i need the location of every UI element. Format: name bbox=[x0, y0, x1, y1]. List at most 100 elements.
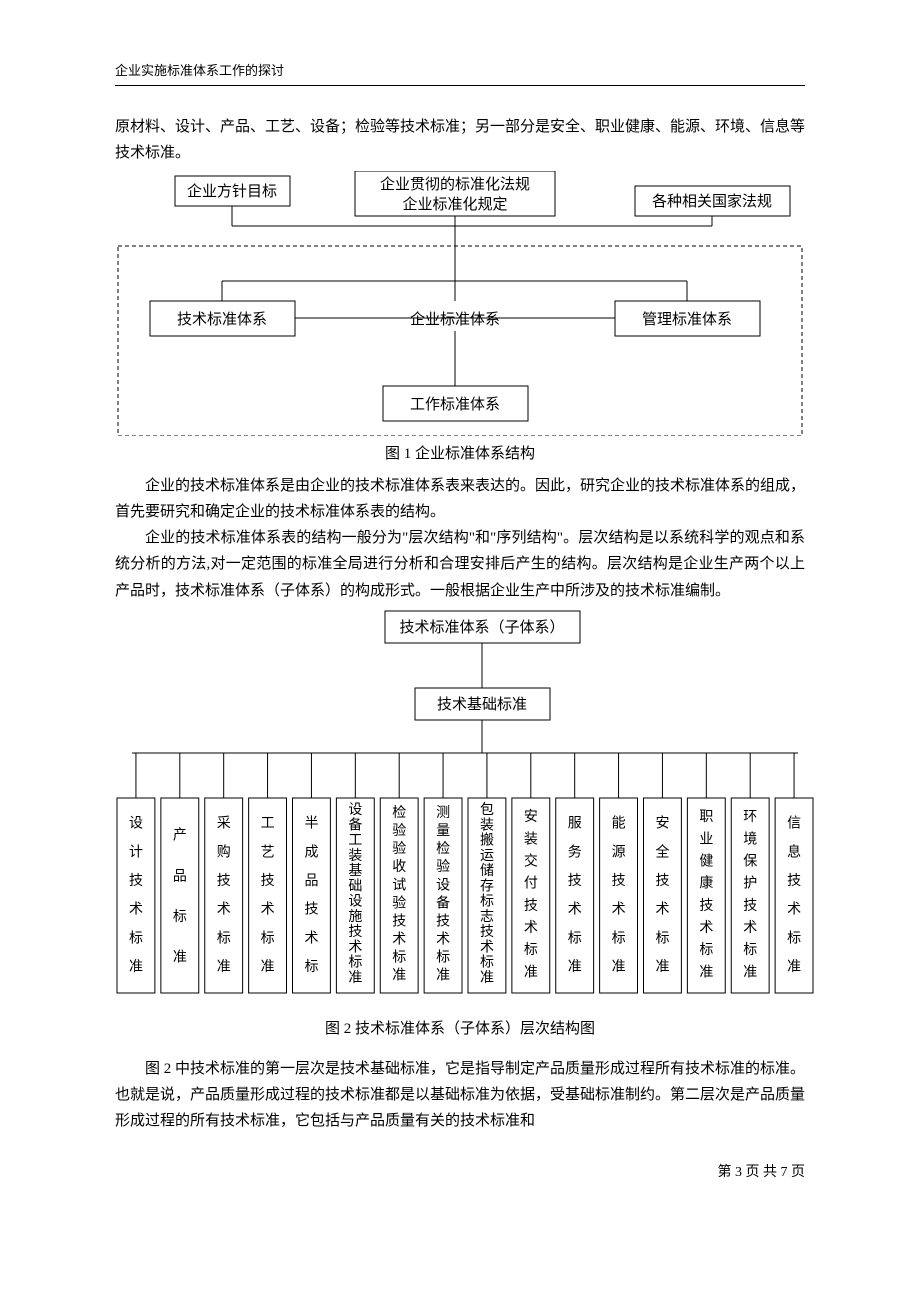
fig2-leaf-char: 检 bbox=[436, 841, 450, 857]
fig2-leaf-char: 准 bbox=[568, 959, 582, 975]
fig1-box-bottom: 工作标准体系 bbox=[410, 396, 500, 413]
paragraph-4: 图 2 中技术标准的第一层次是技术基础标准，它是指导制定产品质量形成过程所有技术… bbox=[115, 1056, 805, 1135]
fig1-box-mid-right: 管理标准体系 bbox=[642, 311, 732, 328]
fig2-leaf-char: 技 bbox=[524, 898, 538, 914]
fig2-leaf-char: 术 bbox=[568, 901, 582, 917]
fig2-leaf-char: 准 bbox=[699, 964, 713, 980]
fig2-leaf-char: 采 bbox=[217, 815, 231, 831]
paragraph-2: 企业的技术标准体系是由企业的技术标准体系表来表达的。因此，研究企业的技术标准体系… bbox=[115, 473, 805, 526]
fig2-leaf-char: 运 bbox=[480, 848, 494, 864]
fig1-box-mid-left: 技术标准体系 bbox=[177, 311, 267, 328]
fig2-leaf-char: 量 bbox=[436, 823, 450, 839]
fig2-leaf-char: 工 bbox=[261, 816, 275, 831]
fig2-leaf-char: 基 bbox=[348, 862, 362, 879]
fig2-leaf-char: 标 bbox=[743, 942, 757, 958]
fig2-leaf-char: 备 bbox=[348, 816, 362, 833]
fig2-leaf-char: 标 bbox=[304, 959, 318, 975]
fig2-leaf-char: 品 bbox=[304, 874, 318, 889]
figure-1-caption: 图 1 企业标准体系结构 bbox=[115, 442, 805, 463]
paragraph-3: 企业的技术标准体系表的结构一般分为"层次结构"和"序列结构"。层次结构是以系统科… bbox=[115, 525, 805, 604]
fig2-leaf-char: 准 bbox=[173, 949, 187, 965]
figure-2-caption: 图 2 技术标准体系（子体系）层次结构图 bbox=[115, 1017, 805, 1038]
fig2-leaf-char: 标 bbox=[480, 893, 494, 909]
fig2-leaf-char: 术 bbox=[348, 939, 362, 955]
fig2-leaf-char: 标 bbox=[173, 909, 187, 925]
fig2-leaf-char: 验 bbox=[436, 859, 450, 875]
fig2-leaf-char: 艺 bbox=[261, 844, 275, 860]
fig2-leaf-char: 准 bbox=[787, 959, 801, 975]
fig2-leaf-char: 搬 bbox=[480, 832, 494, 848]
fig2-leaf-char: 标 bbox=[787, 930, 801, 946]
fig2-leaf-char: 设 bbox=[348, 893, 362, 909]
fig2-leaf-char: 保 bbox=[743, 853, 757, 869]
fig2-leaf-char: 包 bbox=[480, 802, 494, 818]
fig2-leaf-char: 术 bbox=[699, 920, 713, 936]
fig2-leaf-char: 环 bbox=[743, 810, 757, 825]
fig2-leaf-char: 设 bbox=[348, 802, 362, 818]
document-page: 企业实施标准体系工作的探讨 原材料、设计、产品、工艺、设备；检验等技术标准；另一… bbox=[0, 0, 920, 1221]
fig2-leaf-char: 验 bbox=[392, 841, 406, 857]
fig2-leaf-char: 准 bbox=[436, 967, 450, 983]
fig2-leaf-char: 能 bbox=[612, 815, 626, 831]
fig2-leaf-char: 标 bbox=[568, 930, 582, 946]
figure-1: 企业方针目标 企业贯彻的标准化法规 企业标准化规定 各种相关国家法规 技术标准体… bbox=[115, 171, 805, 463]
fig2-leaf-char: 准 bbox=[524, 964, 538, 980]
fig2-leaf-char: 设 bbox=[436, 877, 450, 893]
fig2-leaf-char: 交 bbox=[524, 852, 538, 869]
fig2-leaf-char: 术 bbox=[129, 901, 143, 917]
fig2-leaf-char: 服 bbox=[568, 816, 582, 831]
fig2-leaf-char: 技 bbox=[655, 873, 669, 889]
fig2-leaf-char: 术 bbox=[524, 920, 538, 936]
fig2-leaf-char: 检 bbox=[392, 805, 406, 821]
fig2-leaf-char: 备 bbox=[436, 894, 450, 911]
fig2-leaf-char: 技 bbox=[217, 873, 231, 889]
fig2-leaf-char: 标 bbox=[392, 949, 406, 965]
fig2-leaf-char: 标 bbox=[699, 942, 713, 958]
fig2-leaf-char: 付 bbox=[524, 875, 538, 891]
fig2-leaf-char: 设 bbox=[129, 815, 143, 831]
fig2-leaf-char: 测 bbox=[436, 805, 450, 821]
fig2-leaf-char: 技 bbox=[568, 873, 582, 889]
fig2-leaf-char: 准 bbox=[480, 970, 494, 986]
fig2-leaf-char: 准 bbox=[261, 959, 275, 975]
fig2-leaf-char: 标 bbox=[348, 954, 362, 970]
fig1-box-top-mid-2: 企业标准化规定 bbox=[402, 195, 507, 213]
fig2-leaf-char: 技 bbox=[129, 873, 143, 889]
fig2-leaf-char: 术 bbox=[392, 931, 406, 947]
fig2-leaf-char: 职 bbox=[699, 810, 713, 825]
fig2-leaf-char: 装 bbox=[480, 817, 494, 833]
fig2-leaf-char: 储 bbox=[480, 863, 494, 879]
fig2-leaf-char: 装 bbox=[348, 848, 362, 864]
fig2-leaf-char: 标 bbox=[524, 942, 538, 958]
fig2-leaf-char: 收 bbox=[392, 859, 406, 875]
fig2-leaf-char: 标 bbox=[436, 949, 450, 965]
fig2-leaf-char: 技 bbox=[348, 924, 362, 940]
fig1-box-top-right: 各种相关国家法规 bbox=[652, 193, 772, 210]
fig2-leaf-char: 全 bbox=[655, 843, 669, 860]
fig2-leaf-char: 技 bbox=[699, 898, 713, 914]
fig2-leaf-char: 境 bbox=[743, 831, 757, 847]
fig2-leaf-char: 术 bbox=[787, 901, 801, 917]
fig2-leaf-char: 准 bbox=[217, 959, 231, 975]
fig2-leaf-char: 健 bbox=[699, 853, 713, 869]
fig2-top: 技术标准体系（子体系） bbox=[399, 619, 564, 636]
figure-2: 技术标准体系（子体系） 技术基础标准 设计技术标准产品标准采购技术标准工艺技术标… bbox=[115, 608, 805, 1038]
fig2-leaf-char: 技 bbox=[304, 901, 318, 917]
fig2-leaf-char: 装 bbox=[524, 831, 538, 847]
fig2-leaf-char: 验 bbox=[392, 895, 406, 911]
fig2-leaf-char: 准 bbox=[612, 959, 626, 975]
fig2-leaf-char: 术 bbox=[217, 901, 231, 917]
fig2-leaf-char: 安 bbox=[655, 815, 669, 831]
fig2-leaf-char: 技 bbox=[261, 873, 275, 889]
fig2-leaf-char: 术 bbox=[261, 901, 275, 917]
fig2-leaf-char: 业 bbox=[699, 831, 713, 847]
fig2-leaf-char: 施 bbox=[348, 909, 362, 925]
fig2-leaf-char: 准 bbox=[348, 970, 362, 986]
fig2-leaf-char: 术 bbox=[743, 920, 757, 936]
fig2-leaf-char: 源 bbox=[612, 844, 626, 860]
fig2-leaf-char: 志 bbox=[480, 909, 494, 925]
fig2-leaf-char: 术 bbox=[436, 931, 450, 947]
fig1-box-top-left: 企业方针目标 bbox=[187, 182, 277, 200]
fig2-leaf-char: 息 bbox=[787, 843, 801, 860]
page-footer: 第 3 页 共 7 页 bbox=[115, 1161, 805, 1181]
